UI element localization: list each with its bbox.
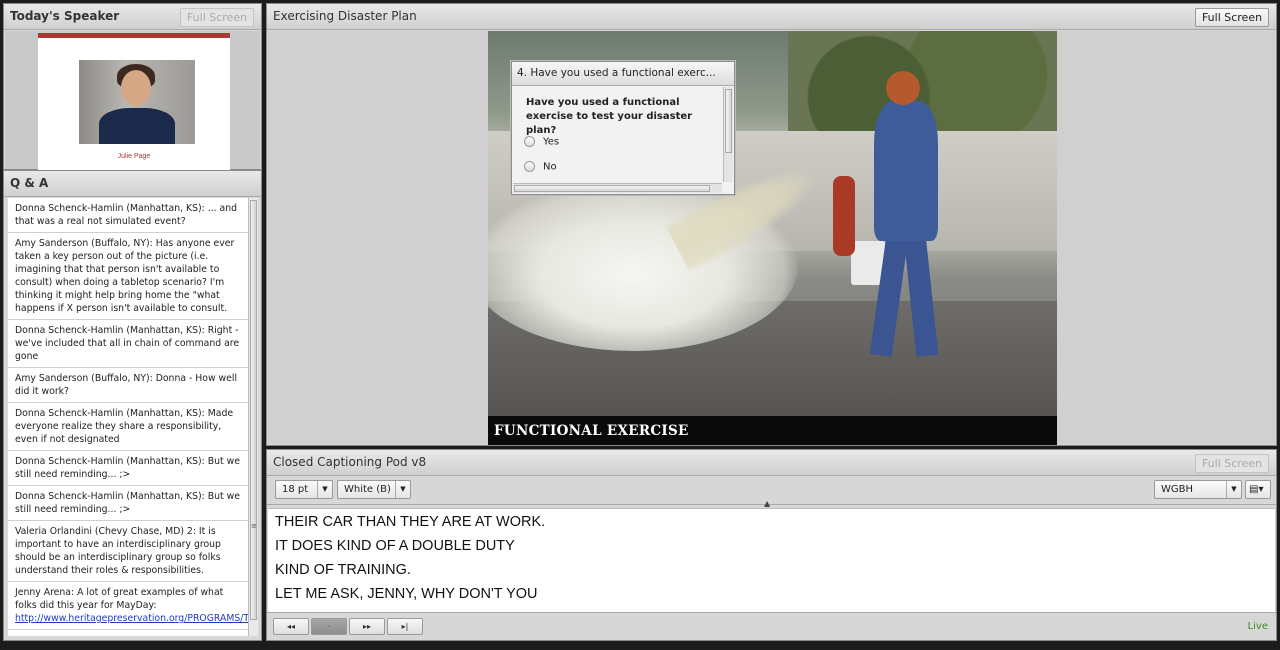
speaker-pod-body: Julie Page [5, 31, 260, 172]
list-item: Donna Schenck-Hamlin (Manhattan, KS): ..… [8, 198, 249, 233]
poll-option-label: Yes [543, 136, 560, 148]
rewind-icon: ◂◂ [286, 622, 296, 631]
qa-pod-title: Q & A [10, 176, 49, 190]
skip-to-end-button[interactable]: ▸| [387, 618, 423, 635]
presentation-fullscreen-button[interactable]: Full Screen [1195, 8, 1269, 27]
poll-option-no[interactable]: No [524, 161, 557, 173]
presentation-body: FUNCTIONAL EXERCISE 4. Have you used a f… [268, 31, 1275, 445]
font-size-value: 18 pt [282, 484, 309, 495]
presentation-pod-header: Exercising Disaster Plan Full Screen [267, 4, 1276, 30]
poll-horizontal-scrollbar[interactable] [513, 183, 722, 193]
chevron-down-icon: ▼ [1226, 481, 1241, 498]
fast-forward-icon: ▸▸ [362, 622, 372, 631]
cc-toolbar: 18 pt ▼ White (B) ▼ WGBH ▼ ▤▾ [267, 477, 1276, 505]
caption-line: LET ME ASK, JENNY, WHY DON'T YOU [275, 586, 538, 602]
chevron-down-icon: ▼ [395, 481, 410, 498]
color-select[interactable]: White (B) ▼ [337, 480, 411, 499]
qa-scroll-thumb[interactable] [250, 200, 257, 620]
list-item: Donna Schenck-Hamlin (Manhattan, KS): Ri… [8, 320, 249, 368]
chevron-down-icon: ▼ [317, 481, 332, 498]
presentation-pod-title: Exercising Disaster Plan [273, 9, 417, 23]
speaker-pod-header: Today's Speaker Full Screen [4, 4, 261, 30]
poll-question: Have you used a functional exercise to t… [526, 97, 693, 136]
cc-menu-button[interactable]: ▤▾ [1245, 480, 1271, 499]
caption-line: KIND OF TRAINING. [275, 562, 411, 578]
pause-button[interactable]: · [311, 618, 347, 635]
color-value: White (B) [344, 484, 391, 495]
radio-button[interactable] [524, 161, 535, 172]
fire-extinguisher-icon [833, 176, 855, 256]
list-item: Valeria Orlandini (Chevy Chase, MD) 2: I… [8, 521, 249, 582]
speaker-pod: Today's Speaker Full Screen Julie Page [3, 3, 262, 172]
slide-caption: FUNCTIONAL EXERCISE [494, 423, 689, 439]
collapse-up-icon[interactable]: ▲ [764, 499, 770, 508]
poll-scrollbar[interactable] [723, 87, 733, 182]
cc-pod-header: Closed Captioning Pod v8 Full Screen [267, 450, 1276, 476]
presentation-pod: Exercising Disaster Plan Full Screen FUN… [266, 3, 1277, 446]
fast-forward-button[interactable]: ▸▸ [349, 618, 385, 635]
poll-header[interactable]: 4. Have you used a functional exerc... [512, 62, 734, 86]
qa-link[interactable]: http://www.heritagepreservation.org/PROG… [15, 613, 249, 624]
person-figure [868, 71, 939, 361]
grip-icon: ≡ [251, 522, 257, 530]
cc-pod-title: Closed Captioning Pod v8 [273, 455, 427, 469]
poll-hscroll-thumb[interactable] [514, 185, 710, 192]
speaker-fullscreen-button[interactable]: Full Screen [180, 8, 254, 27]
list-item: Jenny Arena: A lot of great examples of … [8, 582, 249, 630]
qa-pod: Q & A Donna Schenck-Hamlin (Manhattan, K… [3, 170, 262, 641]
font-size-select[interactable]: 18 pt ▼ [275, 480, 333, 499]
caption-line: THEIR CAR THAN THEY ARE AT WORK. [275, 514, 546, 530]
list-item: Donna Schenck-Hamlin (Manhattan, KS): Ma… [8, 403, 249, 451]
list-item: Donna Schenck-Hamlin (Manhattan, KS): Bu… [8, 451, 249, 486]
menu-icon: ▤▾ [1249, 484, 1264, 495]
list-item: Amy Sanderson (Buffalo, NY): Donna - How… [8, 368, 249, 403]
caption-text-area: THEIR CAR THAN THEY ARE AT WORK. IT DOES… [268, 508, 1275, 612]
provider-select[interactable]: WGBH ▼ [1154, 480, 1242, 499]
poll-option-label: No [543, 161, 557, 173]
caption-line: IT DOES KIND OF A DOUBLE DUTY [275, 538, 515, 554]
poll-panel: 4. Have you used a functional exerc... H… [511, 61, 735, 195]
qa-scrollbar[interactable]: ≡ [248, 198, 258, 636]
poll-option-yes[interactable]: Yes [524, 136, 559, 148]
slide-caption-bar: FUNCTIONAL EXERCISE [488, 416, 1057, 445]
speaker-slide: Julie Page [38, 33, 230, 172]
closed-captioning-pod: Closed Captioning Pod v8 Full Screen 18 … [266, 449, 1277, 641]
qa-list[interactable]: Donna Schenck-Hamlin (Manhattan, KS): ..… [8, 198, 249, 636]
rewind-button[interactable]: ◂◂ [273, 618, 309, 635]
speaker-pod-title: Today's Speaker [10, 9, 120, 23]
qa-item-text: Jenny Arena: A lot of great examples of … [15, 587, 224, 611]
skip-end-icon: ▸| [401, 622, 409, 631]
cc-fullscreen-button[interactable]: Full Screen [1195, 454, 1269, 473]
pause-icon: · [327, 622, 331, 631]
list-item: Donna Schenck-Hamlin (Manhattan, KS): Bu… [8, 486, 249, 521]
speaker-name: Julie Page [117, 153, 151, 160]
live-status: Live [1247, 621, 1268, 632]
speaker-photo [79, 60, 195, 144]
qa-pod-header: Q & A [4, 171, 261, 197]
radio-button[interactable] [524, 136, 535, 147]
list-item: Amy Sanderson (Buffalo, NY): Has anyone … [8, 233, 249, 320]
poll-scroll-thumb[interactable] [725, 89, 732, 153]
poll-title: 4. Have you used a functional exerc... [517, 67, 716, 79]
cc-controls: ◂◂ · ▸▸ ▸| Live [267, 612, 1276, 640]
provider-value: WGBH [1161, 484, 1194, 495]
